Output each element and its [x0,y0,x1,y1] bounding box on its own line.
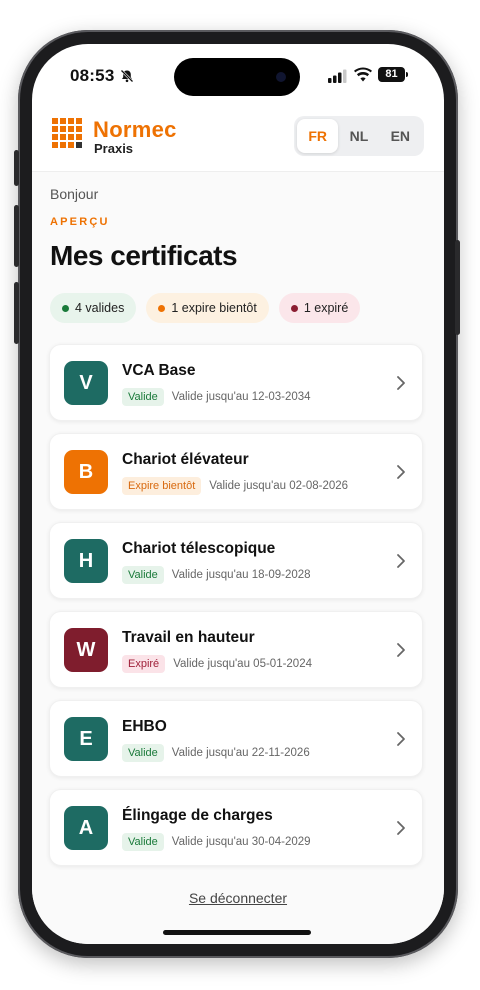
status-badge: Expire bientôt [122,477,202,495]
home-indicator [163,930,311,935]
dynamic-island [174,58,300,96]
language-switcher: FR NL EN [294,116,424,156]
app-header: Normec Praxis FR NL EN [32,106,444,172]
certificate-card[interactable]: V VCA Base Valide Valide jusqu'au 12-03-203… [49,344,423,421]
valid-until-text: Valide jusqu'au 02-08-2026 [209,480,349,492]
status-badge: Valide [122,833,164,851]
main-content: Bonjour APERÇU Mes certificats 4 valides… [32,172,444,944]
bell-muted-icon [120,69,134,83]
summary-expiring-label: 1 expire bientôt [171,301,257,315]
certificate-name: Chariot télescopique [122,540,276,557]
certificate-name: Travail en hauteur [122,629,255,646]
summary-chip-expiring: 1 expire bientôt [146,293,269,323]
action-button [14,150,19,186]
valid-until-text: Valide jusqu'au 30-04-2029 [171,836,311,848]
certificate-meta: Expire bientôt Valide jusqu'au 02-08-2026 [122,477,348,495]
summary-chip-valid: 4 valides [50,293,137,323]
certificate-meta: Expiré Valide jusqu'au 05-01-2024 [122,655,312,673]
certificate-name: Élingage de charges [122,807,273,824]
status-badge: Valide [122,388,164,406]
certificate-avatar: W [64,628,108,672]
chevron-right-icon [397,465,405,479]
chevron-right-icon [397,821,405,835]
certificate-name: EHBO [122,718,167,735]
status-badge: Valide [122,566,164,584]
certificate-name: Chariot élévateur [122,451,249,468]
status-dot-icon [158,304,166,312]
certificate-card[interactable]: H Chariot télescopique Valide Valide jusqu'… [49,522,423,599]
status-bar: 08:53 81 [32,44,444,106]
logout-link[interactable]: Se déconnecter [32,890,444,906]
certificate-card[interactable]: B Chariot élévateur Expire bientôt Valide j… [49,433,423,510]
certificate-avatar: B [64,450,108,494]
summary-valid-label: 4 valides [75,301,125,315]
lang-nl-button[interactable]: NL [338,119,379,153]
chevron-right-icon [397,732,405,746]
lang-fr-button[interactable]: FR [297,119,339,153]
screen: 08:53 81 Normec Praxis FR NL EN Bonjour … [32,44,444,944]
status-summary: 4 valides 1 expire bientôt 1 expiré [50,293,361,323]
lang-en-button[interactable]: EN [380,119,421,153]
valid-until-text: Valide jusqu'au 05-01-2024 [173,658,312,670]
certificate-avatar: H [64,539,108,583]
volume-down-button [14,282,19,344]
power-button [455,240,460,335]
status-dot-icon [290,304,298,312]
chevron-right-icon [397,376,405,390]
status-dot-icon [62,304,69,312]
summary-expired-label: 1 expiré [303,301,349,315]
volume-up-button [14,205,19,267]
certificate-avatar: A [64,806,108,850]
status-badge: Valide [122,744,164,762]
valid-until-text: Valide jusqu'au 22-11-2026 [171,747,310,759]
wifi-icon [354,67,372,82]
certificate-card[interactable]: E EHBO Valide Valide jusqu'au 22-11-2026 [49,700,423,777]
certificate-avatar: V [64,361,108,405]
valid-until-text: Valide jusqu'au 12-03-2034 [171,391,311,403]
chevron-right-icon [397,554,405,568]
battery-indicator: 81 [378,67,408,82]
summary-chip-expired: 1 expiré [278,293,361,323]
brand-subtitle: Praxis [94,141,134,156]
status-badge: Expiré [122,655,166,673]
certificate-meta: Valide Valide jusqu'au 30-04-2029 [122,833,311,851]
valid-until-text: Valide jusqu'au 18-09-2028 [171,569,311,581]
page-title: Mes certificats [50,240,238,271]
certificate-meta: Valide Valide jusqu'au 18-09-2028 [122,566,311,584]
certificate-list: V VCA Base Valide Valide jusqu'au 12-03-203… [49,344,423,878]
camera-icon [276,72,286,82]
certificate-card[interactable]: W Travail en hauteur Expiré Valide jusqu'au… [49,611,423,688]
certificate-name: VCA Base [122,362,196,379]
certificate-meta: Valide Valide jusqu'au 22-11-2026 [122,744,310,762]
cellular-signal-icon [328,69,347,83]
section-eyebrow: APERÇU [50,216,110,228]
greeting: Bonjour [50,186,99,202]
brand-name: Normec [93,117,177,142]
status-time: 08:53 [70,66,115,85]
certificate-meta: Valide Valide jusqu'au 12-03-2034 [122,388,311,406]
certificate-avatar: E [64,717,108,761]
certificate-card[interactable]: A Élingage de charges Valide Valide jusqu'a… [49,789,423,866]
chevron-right-icon [397,643,405,657]
normec-logo-icon [52,118,82,148]
